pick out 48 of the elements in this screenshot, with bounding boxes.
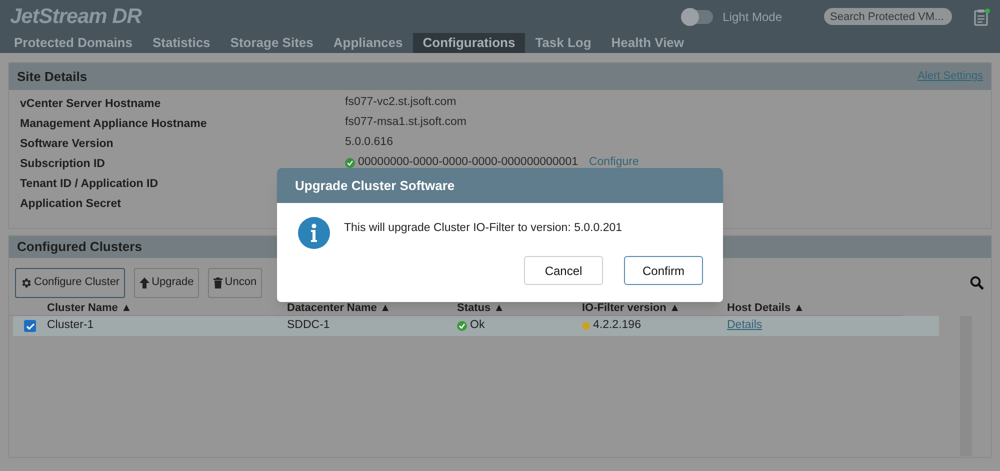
column-header[interactable]: Datacenter Name ▲ [287, 300, 457, 317]
app-logo: JetStream DR [10, 4, 142, 30]
column-header[interactable]: IO-Filter version ▲ [582, 300, 727, 317]
nav-tab[interactable]: Protected Domains [4, 33, 142, 53]
table-cell-text: Ok [470, 318, 485, 334]
detail-value: 5.0.0.616 [345, 135, 393, 150]
clipboard-icon[interactable] [974, 8, 990, 26]
nav-tab[interactable]: Health View [601, 33, 694, 53]
nav-tab[interactable]: Task Log [525, 33, 602, 53]
dialog-button[interactable]: Cancel [524, 256, 603, 285]
table-row[interactable]: Cluster-1 SDDC-1 Ok 4.2.2.196 Details [13, 316, 939, 336]
dialog-title: Upgrade Cluster Software [295, 176, 455, 195]
search-field[interactable]: Search Protected VM... [824, 8, 952, 25]
arrow-up-icon [138, 276, 150, 288]
table-cell-text: Cluster-1 [47, 318, 95, 334]
light-mode-label: Light Mode [722, 8, 782, 26]
column-header[interactable]: Status ▲ [457, 300, 582, 317]
details-link[interactable]: Details [727, 317, 762, 335]
dialog-message: This will upgrade Cluster IO-Filter to version: 5.0.0.201 [344, 221, 622, 236]
dialog-button[interactable]: Confirm [624, 256, 703, 285]
detail-label: Tenant ID / Application ID [20, 178, 158, 190]
search-icon[interactable] [970, 276, 984, 290]
table-cell-text: 4.2.2.196 [593, 318, 641, 334]
nav-tab[interactable]: Appliances [323, 33, 413, 53]
detail-value: fs077-msa1.st.jsoft.com [345, 115, 466, 130]
detail-label: Management Appliance Hostname [20, 118, 207, 130]
toolbar-button[interactable]: Configure Cluster [15, 268, 125, 298]
toolbar-button[interactable]: Upgrade [134, 268, 199, 298]
table-cell-text: SDDC-1 [287, 318, 331, 334]
info-icon [298, 217, 330, 249]
detail-label: vCenter Server Hostname [20, 98, 161, 110]
panel-title: Configured Clusters [17, 238, 142, 256]
column-header[interactable]: Host Details ▲ [727, 300, 897, 317]
detail-value: 00000000-0000-0000-0000-000000000001 [358, 155, 578, 170]
detail-label: Subscription ID [20, 158, 105, 170]
trash-icon [212, 276, 223, 288]
nav-tab[interactable]: Configurations [412, 33, 526, 53]
row-checkbox[interactable] [24, 320, 36, 332]
toolbar-button[interactable]: Uncon [208, 268, 262, 298]
light-mode-toggle[interactable] [680, 10, 713, 24]
detail-label: Application Secret [20, 198, 121, 210]
detail-value: fs077-vc2.st.jsoft.com [345, 95, 456, 110]
nav-tab[interactable]: Statistics [142, 33, 220, 53]
gear-icon [20, 276, 32, 288]
detail-label: Software Version [20, 138, 114, 150]
panel-title: Site Details [17, 68, 88, 86]
column-header[interactable]: Cluster Name ▲ [47, 300, 287, 317]
nav-tab[interactable]: Storage Sites [220, 33, 324, 53]
